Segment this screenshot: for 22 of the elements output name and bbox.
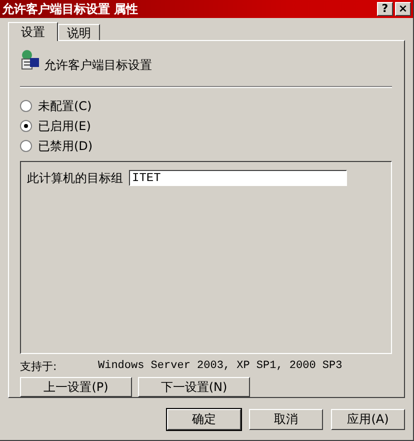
- dialog-button[interactable]: 应用(A): [331, 409, 405, 430]
- dialog-button[interactable]: 确定: [167, 409, 241, 430]
- help-button[interactable]: ?: [377, 2, 393, 16]
- radio-label: 未配置(C): [38, 98, 92, 115]
- policy-icon: [20, 49, 42, 71]
- radio-button[interactable]: [20, 120, 32, 132]
- supported-value: Windows Server 2003, XP SP1, 2000 SP3: [98, 360, 342, 372]
- radio-label: 已禁用(D): [38, 138, 93, 155]
- tab[interactable]: 设置: [8, 22, 58, 41]
- tab[interactable]: 说明: [58, 24, 100, 40]
- radio-button[interactable]: [20, 100, 32, 112]
- target-group-field[interactable]: ITET: [129, 170, 347, 186]
- supported-label: 支持于:: [20, 358, 58, 374]
- radio-label: 已启用(E): [38, 118, 91, 135]
- close-button[interactable]: ×: [395, 2, 411, 16]
- next-setting-button[interactable]: 下一设置(N): [138, 377, 250, 397]
- previous-setting-button[interactable]: 上一设置(P): [20, 377, 132, 397]
- field-label: 此计算机的目标组: [27, 170, 123, 187]
- dialog-button[interactable]: 取消: [249, 409, 323, 430]
- radio-button[interactable]: [20, 140, 32, 152]
- window-title: 允许客户端目标设置 属性: [2, 0, 138, 18]
- setting-name: 允许客户端目标设置: [44, 56, 152, 74]
